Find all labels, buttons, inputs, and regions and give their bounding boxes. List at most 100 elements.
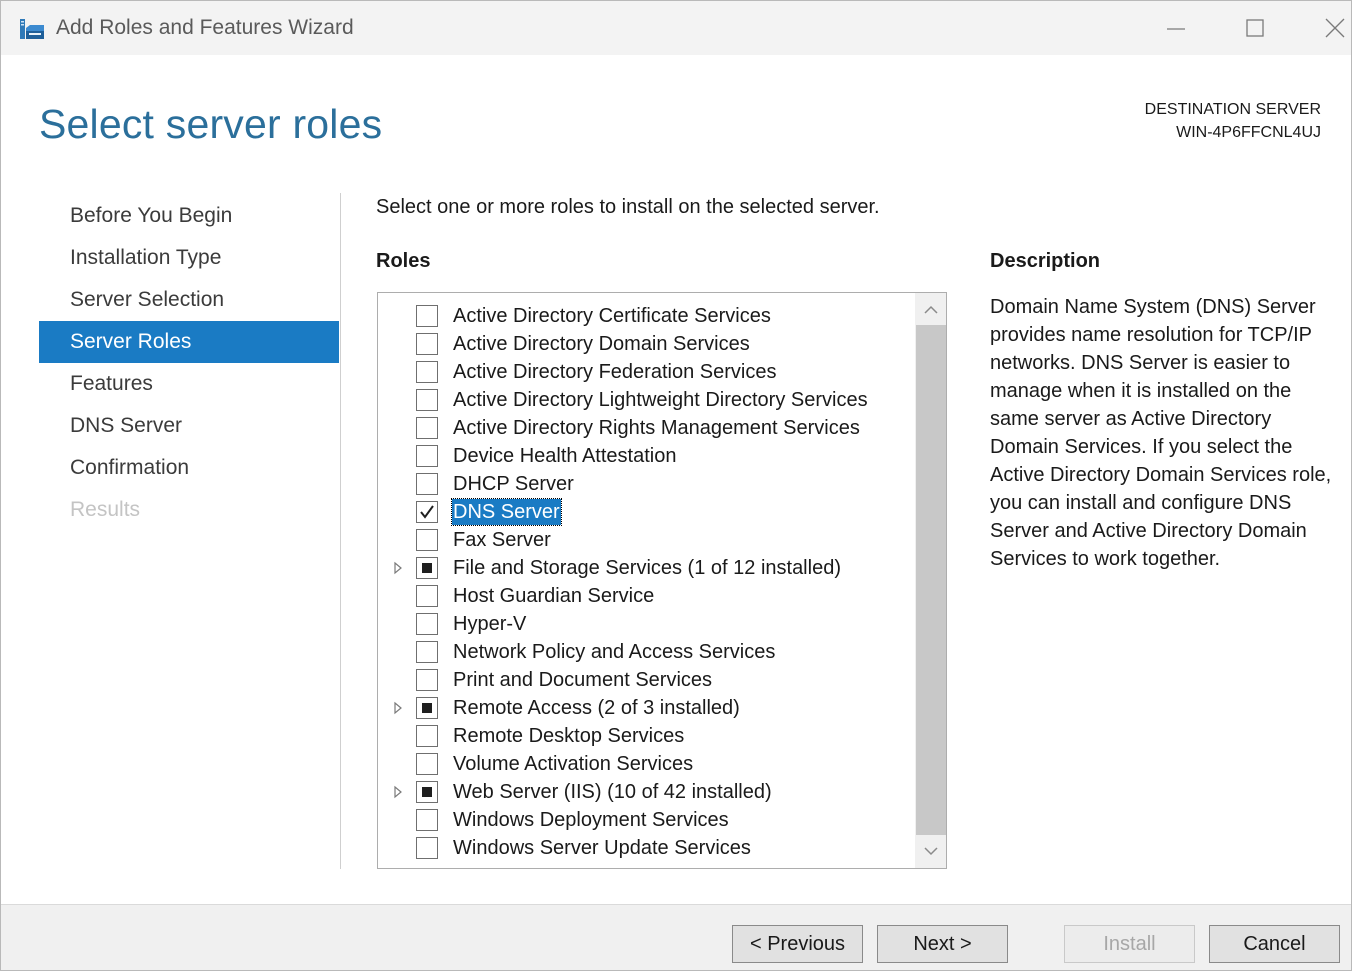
role-checkbox[interactable] <box>416 529 438 551</box>
nav-divider <box>340 193 341 869</box>
role-row[interactable]: Volume Activation Services <box>378 750 915 778</box>
role-row[interactable]: Host Guardian Service <box>378 582 915 610</box>
nav-item-server-roles[interactable]: Server Roles <box>39 321 339 363</box>
previous-button[interactable]: < Previous <box>732 925 863 963</box>
scroll-up-button[interactable] <box>915 293 946 325</box>
maximize-icon <box>1246 19 1264 37</box>
role-label[interactable]: Host Guardian Service <box>452 583 655 609</box>
role-row[interactable]: File and Storage Services (1 of 12 insta… <box>378 554 915 582</box>
role-label[interactable]: Windows Server Update Services <box>452 835 752 861</box>
role-row[interactable]: Windows Deployment Services <box>378 806 915 834</box>
role-checkbox[interactable] <box>416 585 438 607</box>
role-checkbox[interactable] <box>416 781 438 803</box>
role-checkbox[interactable] <box>416 753 438 775</box>
role-row[interactable]: Remote Access (2 of 3 installed) <box>378 694 915 722</box>
role-row[interactable]: Windows Server Update Services <box>378 834 915 862</box>
role-row[interactable]: Active Directory Lightweight Directory S… <box>378 386 915 414</box>
checkmark-icon <box>420 505 434 519</box>
role-checkbox[interactable] <box>416 361 438 383</box>
role-label[interactable]: Network Policy and Access Services <box>452 639 776 665</box>
role-row[interactable]: DHCP Server <box>378 470 915 498</box>
wizard-window: Add Roles and Features Wizard Select ser… <box>0 0 1352 971</box>
scroll-thumb[interactable] <box>916 325 946 835</box>
minimize-icon <box>1167 28 1185 30</box>
role-checkbox[interactable] <box>416 389 438 411</box>
page-title: Select server roles <box>39 101 383 147</box>
chevron-down-icon <box>924 847 938 856</box>
role-checkbox[interactable] <box>416 669 438 691</box>
role-label[interactable]: File and Storage Services (1 of 12 insta… <box>452 555 842 581</box>
destination-server-name: WIN-4P6FFCNL4UJ <box>1176 124 1321 141</box>
roles-tree[interactable]: Active Directory Certificate Services Act… <box>377 292 947 869</box>
role-label[interactable]: Hyper-V <box>452 611 527 637</box>
install-button: Install <box>1064 925 1195 963</box>
wizard-nav: Before You Begin Installation Type Serve… <box>39 195 339 531</box>
role-row[interactable]: Active Directory Rights Management Servi… <box>378 414 915 442</box>
title-bar[interactable]: Add Roles and Features Wizard <box>1 1 1351 55</box>
role-row[interactable]: Hyper-V <box>378 610 915 638</box>
role-label[interactable]: Volume Activation Services <box>452 751 694 777</box>
role-label[interactable]: DNS Server <box>451 498 562 526</box>
triangle-right-icon[interactable] <box>392 559 404 577</box>
role-label[interactable]: DHCP Server <box>452 471 575 497</box>
triangle-right-icon[interactable] <box>392 783 404 801</box>
role-label[interactable]: Remote Desktop Services <box>452 723 685 749</box>
role-checkbox[interactable] <box>416 697 438 719</box>
minimize-button[interactable] <box>1141 1 1211 55</box>
role-label[interactable]: Active Directory Lightweight Directory S… <box>452 387 869 413</box>
nav-item-before-you-begin[interactable]: Before You Begin <box>39 195 339 237</box>
destination-server-label: DESTINATION SERVER <box>1144 101 1321 118</box>
roles-scrollbar[interactable] <box>915 293 946 868</box>
role-row[interactable]: Print and Document Services <box>378 666 915 694</box>
role-checkbox[interactable] <box>416 305 438 327</box>
close-button[interactable] <box>1299 1 1351 55</box>
role-row[interactable]: Web Server (IIS) (10 of 42 installed) <box>378 778 915 806</box>
scroll-down-button[interactable] <box>915 836 946 868</box>
role-row[interactable]: DNS Server <box>378 498 915 526</box>
triangle-right-icon[interactable] <box>392 699 404 717</box>
role-checkbox[interactable] <box>416 641 438 663</box>
role-row[interactable]: Remote Desktop Services <box>378 722 915 750</box>
role-label[interactable]: Active Directory Domain Services <box>452 331 751 357</box>
close-icon <box>1325 18 1345 38</box>
role-label[interactable]: Windows Deployment Services <box>452 807 730 833</box>
role-row[interactable]: Active Directory Federation Services <box>378 358 915 386</box>
role-label[interactable]: Active Directory Rights Management Servi… <box>452 415 861 441</box>
role-label[interactable]: Active Directory Certificate Services <box>452 303 772 329</box>
role-label[interactable]: Remote Access (2 of 3 installed) <box>452 695 741 721</box>
role-row[interactable]: Fax Server <box>378 526 915 554</box>
nav-item-installation-type[interactable]: Installation Type <box>39 237 339 279</box>
nav-item-dns-server[interactable]: DNS Server <box>39 405 339 447</box>
role-label[interactable]: Print and Document Services <box>452 667 713 693</box>
cancel-button[interactable]: Cancel <box>1209 925 1340 963</box>
nav-item-features[interactable]: Features <box>39 363 339 405</box>
role-checkbox[interactable] <box>416 417 438 439</box>
role-row[interactable]: Device Health Attestation <box>378 442 915 470</box>
next-button[interactable]: Next > <box>877 925 1008 963</box>
instruction-text: Select one or more roles to install on t… <box>376 196 880 218</box>
role-label[interactable]: Device Health Attestation <box>452 443 677 469</box>
nav-item-server-selection[interactable]: Server Selection <box>39 279 339 321</box>
chevron-up-icon <box>924 305 938 314</box>
role-checkbox[interactable] <box>416 725 438 747</box>
nav-item-confirmation[interactable]: Confirmation <box>39 447 339 489</box>
role-checkbox[interactable] <box>416 613 438 635</box>
role-label[interactable]: Active Directory Federation Services <box>452 359 777 385</box>
window-title: Add Roles and Features Wizard <box>56 16 354 39</box>
role-checkbox[interactable] <box>416 333 438 355</box>
role-row[interactable]: Active Directory Domain Services <box>378 330 915 358</box>
role-label[interactable]: Web Server (IIS) (10 of 42 installed) <box>452 779 773 805</box>
wizard-footer: < Previous Next > Install Cancel <box>1 904 1351 970</box>
role-checkbox[interactable] <box>416 557 438 579</box>
role-label[interactable]: Fax Server <box>452 527 552 553</box>
role-checkbox[interactable] <box>416 837 438 859</box>
maximize-button[interactable] <box>1220 1 1290 55</box>
role-checkbox[interactable] <box>416 473 438 495</box>
roles-heading: Roles <box>376 250 431 272</box>
description-text: Domain Name System (DNS) Server provides… <box>990 296 1332 570</box>
role-row[interactable]: Network Policy and Access Services <box>378 638 915 666</box>
role-row[interactable]: Active Directory Certificate Services <box>378 302 915 330</box>
role-checkbox[interactable] <box>416 445 438 467</box>
role-checkbox[interactable] <box>416 501 438 523</box>
role-checkbox[interactable] <box>416 809 438 831</box>
